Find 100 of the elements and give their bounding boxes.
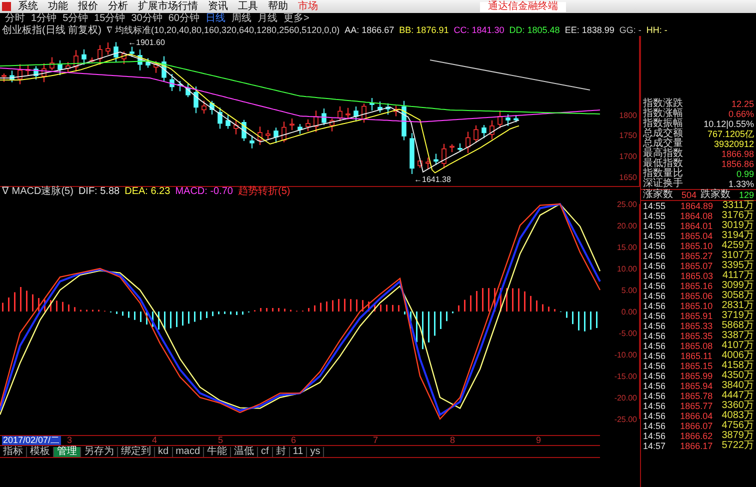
candlestick (434, 153, 438, 166)
candlestick (210, 100, 214, 115)
axis-label: -15.00 (614, 372, 637, 381)
axis-label: 15.00 (616, 243, 637, 252)
tick-volume: 3387万 (722, 331, 754, 341)
candlestick (498, 110, 502, 129)
stat-value: 39320912 (714, 140, 754, 148)
menu-item[interactable]: 帮助 (263, 2, 293, 12)
menu-item[interactable]: 报价 (73, 2, 103, 12)
indicator-tab[interactable]: 管理 (54, 446, 81, 456)
tick-volume: 3107万 (722, 251, 754, 261)
indicator-tab[interactable]: 温低 (231, 446, 258, 456)
menu-item[interactable]: 分析 (103, 2, 133, 12)
candlestick (170, 74, 174, 92)
stat-value: 504 (681, 190, 696, 200)
candlestick (362, 103, 366, 124)
candlestick (282, 121, 286, 143)
candlestick (122, 51, 126, 64)
tick-price: 1865.08 (679, 342, 714, 350)
indicator-value: 趋势转折(5) (238, 187, 290, 197)
candlestick (274, 127, 278, 144)
period-tab[interactable]: 周线 (228, 14, 254, 24)
menu-item[interactable]: 资讯 (203, 2, 233, 12)
tick-time: 14:56 (643, 342, 667, 350)
tick-price: 1865.35 (679, 332, 714, 340)
indicator-tab[interactable]: 另存为 (81, 446, 118, 456)
period-tab[interactable]: 分时 (2, 14, 28, 24)
tick-time: 14:56 (643, 302, 667, 310)
period-tab[interactable]: 5分钟 (60, 14, 92, 24)
axis-label: 1800 (619, 112, 637, 120)
axis-label: 1750 (619, 132, 637, 140)
candlestick (418, 158, 422, 168)
stat-label: 总成交额 (643, 129, 683, 139)
stat-value: 767.1205亿 (707, 130, 754, 138)
stat-value: 1856.86 (721, 160, 754, 168)
indicator-name[interactable]: ∇ MACD速脉(5) (2, 187, 74, 197)
candlestick (322, 108, 326, 126)
candlestick (306, 118, 310, 132)
menu-item[interactable]: 功能 (43, 2, 73, 12)
candlestick (42, 62, 46, 83)
stat-label: 指数量比 (643, 169, 683, 179)
indicator-value: DEA: 6.23 (124, 187, 170, 197)
tick-price: 1864.08 (679, 212, 714, 220)
date-label: 6 (290, 436, 298, 445)
menu-item[interactable]: 系统 (13, 2, 43, 12)
tick-volume: 4447万 (722, 391, 754, 401)
candlestick (114, 42, 118, 63)
period-tab[interactable]: 30分钟 (128, 14, 166, 24)
axis-label: -20.00 (614, 394, 637, 402)
indicator-tab[interactable]: macd (172, 446, 204, 456)
period-tab[interactable]: 更多> (280, 14, 312, 24)
candlestick (154, 60, 158, 74)
tick-time: 14:56 (643, 362, 667, 370)
indicator-value: BB: 1876.91 (399, 26, 449, 35)
period-tab[interactable]: 15分钟 (91, 14, 128, 24)
tick-time: 14:56 (643, 272, 667, 280)
tick-price: 1866.17 (679, 442, 714, 450)
indicator-tab[interactable]: 指标 (0, 446, 27, 456)
candlestick (250, 135, 254, 149)
candlestick (346, 107, 350, 120)
period-tab[interactable]: 1分钟 (28, 14, 60, 24)
candlestick (466, 131, 470, 154)
tick-volume: 4259万 (722, 241, 754, 251)
tick-price: 1865.07 (679, 262, 714, 270)
indicator-tab[interactable]: 11 (290, 446, 308, 456)
stat-value: 1866.98 (721, 150, 754, 158)
period-tab[interactable]: 日线 (202, 14, 228, 24)
period-tab[interactable]: 60分钟 (165, 14, 202, 24)
date-label: 5 (217, 436, 224, 445)
stat-label: 指数振幅 (643, 119, 683, 129)
axis-label: 1700 (619, 153, 637, 161)
price-label: ←1641.38 (414, 175, 451, 184)
stat-label: 指数涨幅 (643, 109, 683, 119)
menu-item[interactable]: 扩展市场行情 (133, 2, 203, 12)
candlestick (410, 132, 414, 174)
indicator-tab[interactable]: 牛能 (204, 446, 232, 456)
indicator-tab[interactable]: 绑定到 (118, 446, 155, 456)
candlestick (26, 64, 30, 76)
tick-price: 1865.78 (679, 392, 714, 400)
indicator-name[interactable]: ∇ 均线标准(10,20,40,80,160,320,640,1280,2560,5120,0,0) (106, 26, 340, 35)
candlestick (490, 120, 494, 140)
indicator-tab[interactable]: 封 (272, 446, 290, 456)
indicator-tab[interactable]: ys (307, 446, 324, 456)
indicator-tab[interactable]: cf (258, 446, 273, 456)
tick-time: 14:56 (643, 332, 667, 340)
tick-time: 14:56 (643, 432, 667, 440)
candlestick (162, 56, 166, 82)
tick-price: 1865.11 (679, 352, 714, 360)
tick-time: 14:56 (643, 422, 667, 430)
stat-value: 129 (738, 190, 754, 200)
candlestick (66, 62, 70, 74)
candlestick (450, 144, 454, 153)
menu-item[interactable]: 工具 (233, 2, 263, 12)
indicator-tab[interactable]: kd (155, 446, 173, 456)
market-badge[interactable]: 市场 (293, 2, 323, 12)
period-tab[interactable]: 月线 (254, 14, 280, 24)
tick-price: 1865.33 (679, 322, 714, 330)
candlestick (338, 106, 342, 122)
tick-volume: 3311万 (722, 201, 754, 211)
tick-price: 1865.10 (679, 302, 714, 310)
